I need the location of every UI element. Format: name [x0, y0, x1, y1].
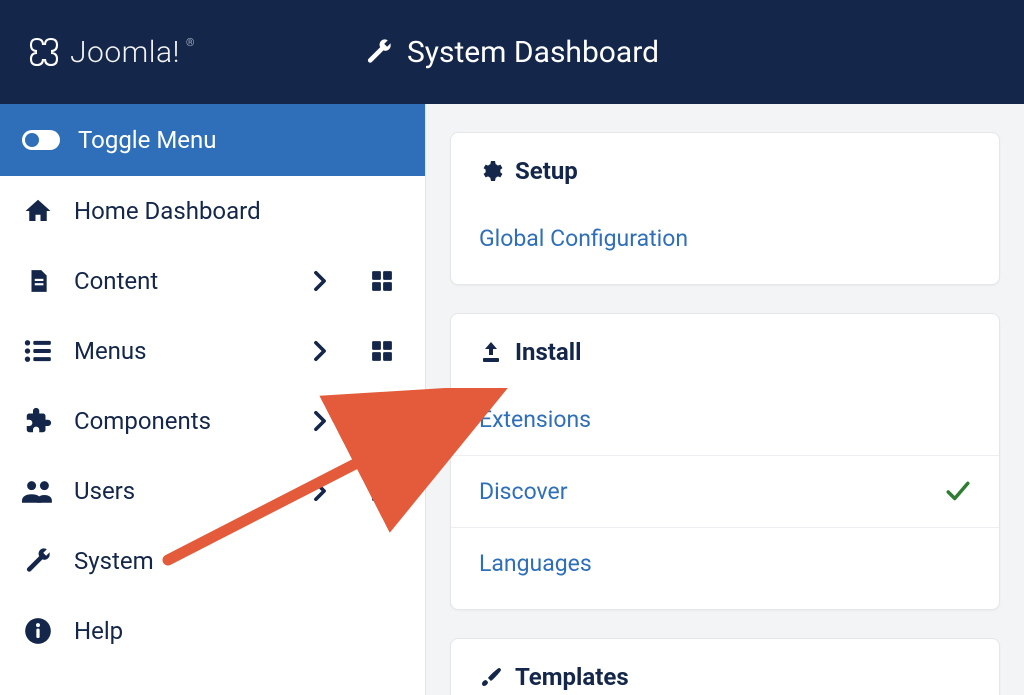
link-label: Extensions — [479, 406, 591, 433]
link-languages[interactable]: Languages — [451, 527, 999, 599]
chevron-right-icon[interactable] — [299, 410, 341, 432]
sidebar-item-system[interactable]: System — [0, 526, 425, 596]
card-templates: Templates — [450, 638, 1000, 695]
joomla-icon — [24, 32, 64, 72]
dashboard-icon[interactable] — [361, 480, 403, 502]
card-title: Templates — [515, 663, 629, 691]
brush-icon — [479, 665, 503, 689]
sidebar-item-label: Content — [74, 267, 279, 295]
card-install: Install Extensions Discover Languages — [450, 313, 1000, 610]
sidebar-item-label: Home Dashboard — [74, 197, 403, 225]
card-header-templates: Templates — [451, 639, 999, 695]
info-icon — [22, 617, 54, 645]
toggle-icon — [22, 130, 60, 150]
sidebar-item-label: Users — [74, 477, 279, 505]
dashboard-icon[interactable] — [361, 270, 403, 292]
link-discover[interactable]: Discover — [451, 455, 999, 527]
brand-text: Joomla! — [70, 35, 180, 70]
app-header: Joomla! ® System Dashboard — [0, 0, 1024, 104]
puzzle-icon — [22, 406, 54, 436]
brand-logo[interactable]: Joomla! ® — [24, 32, 195, 72]
main-content: Setup Global Configuration Install Exten… — [426, 104, 1024, 695]
list-icon — [22, 339, 54, 363]
card-setup: Setup Global Configuration — [450, 132, 1000, 285]
toggle-menu-label: Toggle Menu — [78, 126, 216, 154]
gear-icon — [479, 159, 503, 183]
link-extensions[interactable]: Extensions — [451, 384, 999, 455]
card-title: Setup — [515, 157, 578, 185]
chevron-right-icon[interactable] — [299, 270, 341, 292]
users-icon — [22, 478, 54, 504]
trademark: ® — [186, 36, 195, 49]
card-header-setup: Setup — [451, 133, 999, 203]
upload-icon — [479, 340, 503, 364]
chevron-right-icon[interactable] — [299, 480, 341, 502]
card-title: Install — [515, 338, 581, 366]
link-label: Languages — [479, 550, 592, 577]
sidebar-item-home-dashboard[interactable]: Home Dashboard — [0, 176, 425, 246]
check-icon — [945, 481, 971, 503]
toggle-menu-button[interactable]: Toggle Menu — [0, 104, 425, 176]
wrench-icon — [365, 38, 393, 66]
sidebar-item-help[interactable]: Help — [0, 596, 425, 666]
link-label: Discover — [479, 478, 568, 505]
sidebar-item-label: Components — [74, 407, 279, 435]
sidebar-item-label: Menus — [74, 337, 279, 365]
sidebar-item-content[interactable]: Content — [0, 246, 425, 316]
wrench-icon — [22, 547, 54, 575]
card-header-install: Install — [451, 314, 999, 384]
dashboard-icon[interactable] — [361, 340, 403, 362]
sidebar-item-label: System — [74, 547, 403, 575]
sidebar-item-label: Help — [74, 617, 403, 645]
sidebar-item-users[interactable]: Users — [0, 456, 425, 526]
link-global-configuration[interactable]: Global Configuration — [451, 203, 999, 274]
page-title-text: System Dashboard — [407, 35, 659, 70]
sidebar-item-menus[interactable]: Menus — [0, 316, 425, 386]
file-icon — [22, 266, 54, 296]
dashboard-icon[interactable] — [361, 410, 403, 432]
home-icon — [22, 196, 54, 226]
chevron-right-icon[interactable] — [299, 340, 341, 362]
page-title: System Dashboard — [365, 35, 659, 70]
sidebar: Toggle Menu Home Dashboard Content — [0, 104, 426, 695]
sidebar-item-components[interactable]: Components — [0, 386, 425, 456]
link-label: Global Configuration — [479, 225, 688, 252]
